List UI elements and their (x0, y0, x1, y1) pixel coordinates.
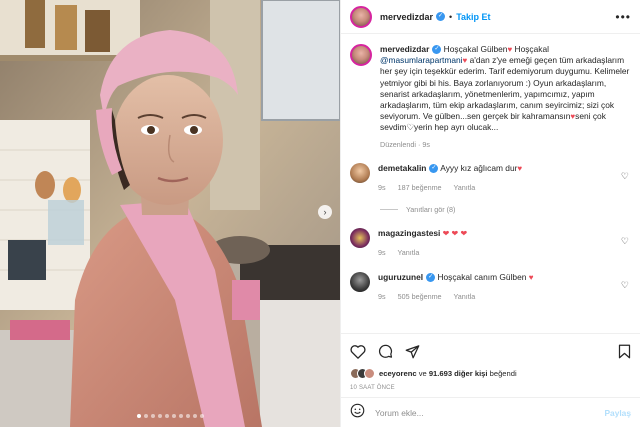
separator-dot: • (449, 11, 453, 22)
comment-body: uguruzunel ✓ Hoşçakal canım Gülben ♥ 9s 5… (378, 272, 613, 302)
caption: mervedizdar ✓ Hoşçakal Gülben♥ Hoşçakal @… (350, 44, 631, 134)
white-heart-icon: ♡ (406, 122, 415, 133)
chevron-right-icon: › (323, 207, 327, 217)
more-icon[interactable]: ••• (615, 10, 631, 24)
carousel-dot (136, 414, 141, 418)
bookmark-icon[interactable] (618, 344, 631, 359)
carousel-dot (199, 414, 204, 418)
comment-icon[interactable] (378, 344, 393, 359)
caption-text-2: Hoşçakal (512, 44, 549, 54)
liker-avatars (350, 368, 375, 379)
carousel-dot (171, 414, 176, 418)
verified-icon: ✓ (436, 12, 446, 21)
avatar[interactable] (350, 44, 372, 66)
comment-box: Paylaş (341, 397, 640, 427)
likes-middle: ve (416, 369, 429, 378)
comment-meta: 9s 505 beğenme Yanıtla (378, 291, 613, 302)
avatar[interactable] (350, 227, 370, 248)
comment-reply-button[interactable]: Yanıtla (453, 292, 475, 301)
caption-edited: Düzenlendi · 9s (380, 139, 430, 149)
red-heart-icon: ♥ (517, 163, 523, 173)
likes-count[interactable]: 91.693 diğer kişi (429, 369, 488, 378)
post-photo[interactable]: › (0, 0, 340, 427)
comment-body: demetakalin ✓ Ayyy kız ağlıcam dur♥ 9s 18… (378, 163, 613, 193)
comment-likes[interactable]: 505 beğenme (398, 292, 442, 301)
comment-reply-button[interactable]: Yanıtla (397, 248, 419, 257)
avatar[interactable] (350, 271, 370, 292)
post-header: mervedizdar ✓ • Takip Et ••• (341, 0, 640, 34)
instagram-post-modal: › mervedizdar ✓ • Takip Et ••• mervedizd… (0, 0, 640, 427)
comment-reply-button[interactable]: Yanıtla (453, 183, 475, 192)
emoji-icon[interactable] (350, 403, 365, 423)
comments-scroll-area[interactable]: mervedizdar ✓ Hoşçakal Gülben♥ Hoşçakal @… (341, 34, 640, 333)
comment-item: demetakalin ✓ Ayyy kız ağlıcam dur♥ 9s 18… (350, 162, 631, 193)
carousel-dot (185, 414, 190, 418)
avatar[interactable] (350, 162, 370, 183)
view-replies-button[interactable]: Yanıtları gör (8) (380, 205, 631, 214)
post-timestamp: 10 SAAT ÖNCE (350, 385, 395, 391)
comment-input[interactable] (375, 407, 605, 418)
post-username[interactable]: mervedizdar (380, 12, 433, 22)
red-heart-icon: ♥ (528, 272, 534, 282)
post-actions: eceyorenc ve 91.693 diğer kişi beğendi 1… (341, 333, 640, 391)
comment-time: 9s (378, 182, 386, 192)
likes-suffix: beğendi (487, 369, 517, 378)
caption-text-5: yerin hep ayrı olucak... (414, 122, 499, 133)
comment-meta: 9s 187 beğenme Yanıtla (378, 182, 613, 193)
heart-icon[interactable]: ♡ (621, 236, 629, 247)
carousel-dot (164, 414, 169, 418)
photo-illustration (0, 0, 340, 427)
caption-text: mervedizdar ✓ Hoşçakal Gülben♥ Hoşçakal @… (380, 44, 631, 134)
comment-text: Hoşçakal canım Gülben (435, 271, 527, 282)
post-comment-button[interactable]: Paylaş (604, 408, 631, 418)
carousel-dot (157, 414, 162, 418)
carousel-dot (150, 414, 155, 418)
post-panel: mervedizdar ✓ • Takip Et ••• mervedizdar… (340, 0, 640, 427)
verified-icon: ✓ (426, 272, 436, 282)
heart-icon[interactable]: ♡ (621, 171, 629, 182)
heart-icon[interactable] (350, 344, 366, 359)
comment-likes[interactable]: 187 beğenme (398, 183, 442, 192)
carousel-dots (0, 414, 340, 418)
replies-line (380, 208, 398, 210)
follow-button[interactable]: Takip Et (456, 12, 490, 22)
caption-mention[interactable]: @masumlarapartmani (380, 55, 463, 65)
likes-summary: eceyorenc ve 91.693 diğer kişi beğendi (350, 368, 631, 379)
comment-text: ❤ ❤ ❤ (440, 228, 468, 238)
comment-item: magazingastesi ❤ ❤ ❤ 9s Yanıtla ♡ (350, 227, 631, 258)
comment-meta: 9s Yanıtla (378, 247, 613, 258)
avatar (364, 368, 375, 379)
share-icon[interactable] (405, 344, 420, 359)
verified-icon: ✓ (432, 45, 442, 55)
carousel-dot (178, 414, 183, 418)
comment-body: magazingastesi ❤ ❤ ❤ 9s Yanıtla (378, 228, 613, 258)
carousel-dot (192, 414, 197, 418)
comment-username[interactable]: demetakalin (378, 163, 426, 173)
caption-text-1: Hoşçakal Gülben (441, 44, 508, 54)
comment-text: Ayyy kız ağlıcam dur (438, 162, 518, 173)
comment-username[interactable]: uguruzunel (378, 272, 423, 282)
caption-username[interactable]: mervedizdar (380, 44, 429, 54)
liker-username[interactable]: eceyorenc (379, 369, 417, 378)
carousel-dot (143, 414, 148, 418)
view-replies-label: Yanıtları gör (8) (406, 204, 456, 214)
next-photo-button[interactable]: › (318, 205, 332, 219)
comment-time: 9s (378, 291, 386, 301)
heart-icon[interactable]: ♡ (621, 280, 629, 291)
avatar[interactable] (350, 5, 372, 28)
comment-username[interactable]: magazingastesi (378, 228, 440, 238)
comment-time: 9s (378, 247, 386, 257)
action-icons (350, 342, 631, 360)
comment-item: uguruzunel ✓ Hoşçakal canım Gülben ♥ 9s 5… (350, 271, 631, 302)
